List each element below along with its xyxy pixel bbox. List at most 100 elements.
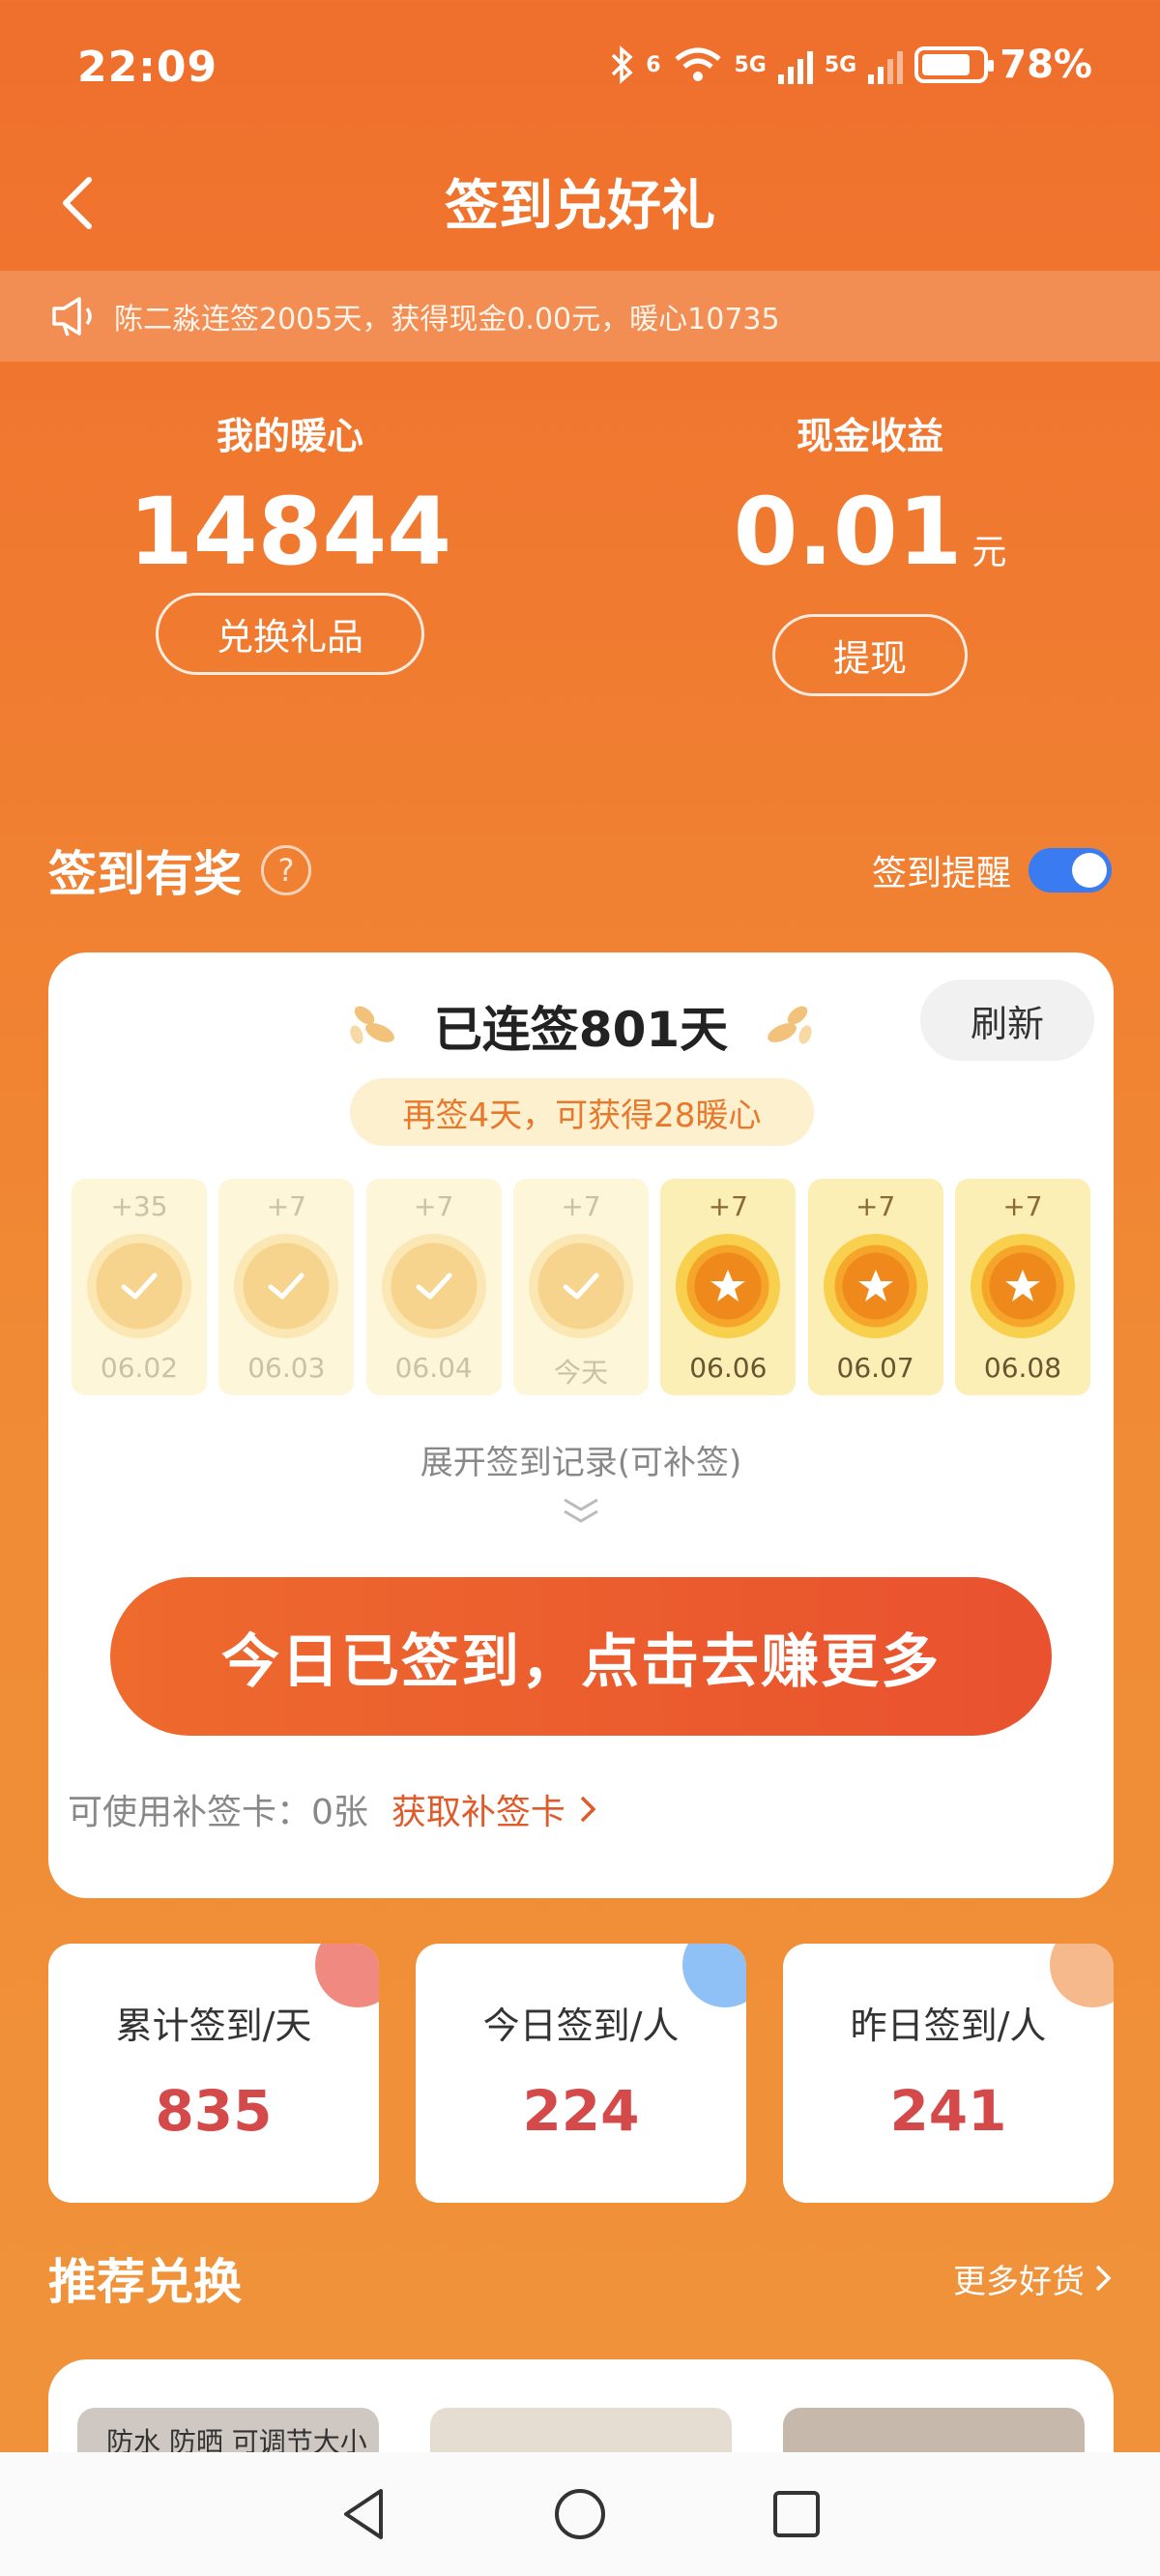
- battery-icon: [914, 46, 995, 83]
- star-coin: [970, 1234, 1075, 1338]
- wifi-badge: 6: [646, 52, 661, 77]
- reminder-toggle[interactable]: [1029, 848, 1112, 893]
- day-item: +7 06.04: [365, 1179, 502, 1395]
- nav-back-icon[interactable]: [338, 2487, 389, 2541]
- makeup-card-count: 可使用补签卡：0张: [68, 1793, 368, 1832]
- cash-value-row: 0.01 元: [677, 479, 1063, 606]
- recommend-title: 推荐兑换: [48, 2254, 242, 2310]
- warmth-summary: 我的暖心 14844 兑换礼品: [97, 406, 483, 675]
- day-points: +7: [856, 1190, 896, 1222]
- more-goods-link[interactable]: 更多好货: [953, 2255, 1112, 2302]
- chevron-right-icon: [580, 1796, 596, 1823]
- day-item: +35 06.02: [72, 1179, 207, 1395]
- cash-summary: 现金收益 0.01 元 提现: [677, 406, 1063, 696]
- streak-text: 已连签801天: [433, 1002, 729, 1058]
- checkin-card: 已连签801天 刷新 再签4天，可获得28暖心 +35 06.02 +7 06.…: [48, 952, 1114, 1898]
- stat-label: 今日签到/人: [482, 2005, 680, 2047]
- get-makeup-card-label: 获取补签卡: [391, 1793, 566, 1832]
- wifi-icon: [674, 47, 721, 81]
- nav-home-icon[interactable]: [553, 2487, 607, 2541]
- star-coin: [676, 1234, 781, 1338]
- battery-fill: [922, 54, 970, 75]
- checked-coin: [87, 1234, 191, 1338]
- laurel-left-icon: [350, 1006, 394, 1044]
- cash-unit: 元: [972, 533, 1007, 572]
- withdraw-button[interactable]: 提现: [771, 614, 968, 696]
- star-icon: [710, 1270, 746, 1302]
- day-list: +35 06.02 +7 06.03 +7 06.04 +7 今天 +7 06.…: [72, 1179, 1090, 1395]
- stats-row: 累计签到/天 835 今日签到/人 224 昨日签到/人 241: [48, 1944, 1114, 2203]
- nav-recents-icon[interactable]: [771, 2489, 822, 2539]
- recommend-header: 推荐兑换 更多好货: [48, 2243, 1112, 2313]
- check-icon: [268, 1273, 304, 1300]
- checked-coin: [381, 1234, 486, 1338]
- streak-hint: 再签4天，可获得28暖心: [350, 1078, 814, 1146]
- stat-value: 241: [889, 2078, 1007, 2144]
- expand-records-link[interactable]: 展开签到记录(可补签): [48, 1436, 1114, 1483]
- network-5g-1: 5G: [734, 52, 767, 77]
- section-title-row: 签到有奖 ?: [48, 835, 311, 905]
- more-goods-label: 更多好货: [953, 2262, 1085, 2301]
- star-icon: [1004, 1270, 1040, 1302]
- day-points: +35: [110, 1190, 168, 1222]
- reminder-label: 签到提醒: [871, 854, 1011, 893]
- battery-percent: 78%: [1000, 43, 1092, 87]
- laurel-right-icon: [768, 1006, 812, 1044]
- day-points: +7: [1002, 1190, 1043, 1222]
- day-item-today: +7 今天: [512, 1179, 649, 1395]
- checked-coin: [234, 1234, 339, 1338]
- day-item: +7 06.06: [660, 1179, 797, 1395]
- earn-more-button[interactable]: 今日已签到，点击去赚更多: [110, 1577, 1052, 1736]
- get-makeup-card-link[interactable]: 获取补签卡: [392, 1784, 596, 1834]
- day-date: 06.02: [100, 1352, 179, 1384]
- checkin-section-header: 签到有奖 ? 签到提醒: [48, 832, 1112, 909]
- check-icon: [563, 1273, 599, 1300]
- stat-value: 835: [155, 2078, 273, 2144]
- stat-value: 224: [522, 2078, 640, 2144]
- summary: 我的暖心 14844 兑换礼品 现金收益 0.01 元 提现: [0, 406, 1160, 725]
- day-item: +7 06.08: [954, 1179, 1090, 1395]
- signal-icon-2: [868, 45, 904, 84]
- day-item: +7 06.03: [218, 1179, 355, 1395]
- day-points: +7: [414, 1190, 454, 1222]
- network-5g-2: 5G: [824, 52, 857, 77]
- stat-label: 累计签到/天: [115, 2005, 312, 2047]
- stat-yesterday-users: 昨日签到/人 241: [783, 1944, 1114, 2203]
- cash-label: 现金收益: [796, 415, 943, 457]
- section-title: 签到有奖: [48, 846, 242, 902]
- page-title: 签到兑好礼: [445, 175, 715, 238]
- notice-text: 陈二淼连签2005天，获得现金0.00元，暖心10735: [114, 303, 780, 337]
- bluetooth-icon: [611, 45, 633, 84]
- signal-icon: [777, 45, 813, 84]
- day-date: 06.03: [247, 1352, 326, 1384]
- day-date: 06.04: [394, 1352, 473, 1384]
- help-icon[interactable]: ?: [261, 845, 311, 895]
- warmth-label: 我的暖心: [216, 415, 363, 457]
- star-coin: [823, 1234, 928, 1338]
- double-chevron-down-icon[interactable]: [561, 1494, 601, 1527]
- day-date: 06.06: [689, 1352, 768, 1384]
- day-date: 今天: [553, 1357, 608, 1389]
- stat-label: 昨日签到/人: [850, 2005, 1047, 2047]
- day-item: +7 06.07: [807, 1179, 943, 1395]
- refresh-button[interactable]: 刷新: [920, 980, 1094, 1061]
- day-points: +7: [266, 1190, 306, 1222]
- day-date: 06.08: [983, 1352, 1062, 1384]
- exchange-gift-button[interactable]: 兑换礼品: [155, 593, 424, 675]
- check-icon: [121, 1273, 158, 1300]
- reminder-row: 签到提醒: [872, 845, 1112, 895]
- system-nav-bar: [0, 2452, 1160, 2576]
- cash-value: 0.01: [733, 478, 963, 586]
- makeup-card-row: 可使用补签卡：0张 获取补签卡: [68, 1784, 596, 1834]
- star-icon: [857, 1270, 893, 1302]
- status-bar: 22:09 6 5G 5G 78%: [0, 0, 1160, 145]
- megaphone-icon: [52, 297, 92, 337]
- chevron-right-icon: [1095, 2265, 1112, 2292]
- day-points: +7: [561, 1190, 601, 1222]
- day-date: 06.07: [836, 1352, 914, 1384]
- notice-banner: 陈二淼连签2005天，获得现金0.00元，暖心10735: [0, 271, 1160, 362]
- day-points: +7: [708, 1190, 748, 1222]
- status-icons: 6 5G 5G 78%: [609, 43, 1092, 87]
- checked-coin: [528, 1234, 633, 1338]
- check-icon: [416, 1273, 452, 1300]
